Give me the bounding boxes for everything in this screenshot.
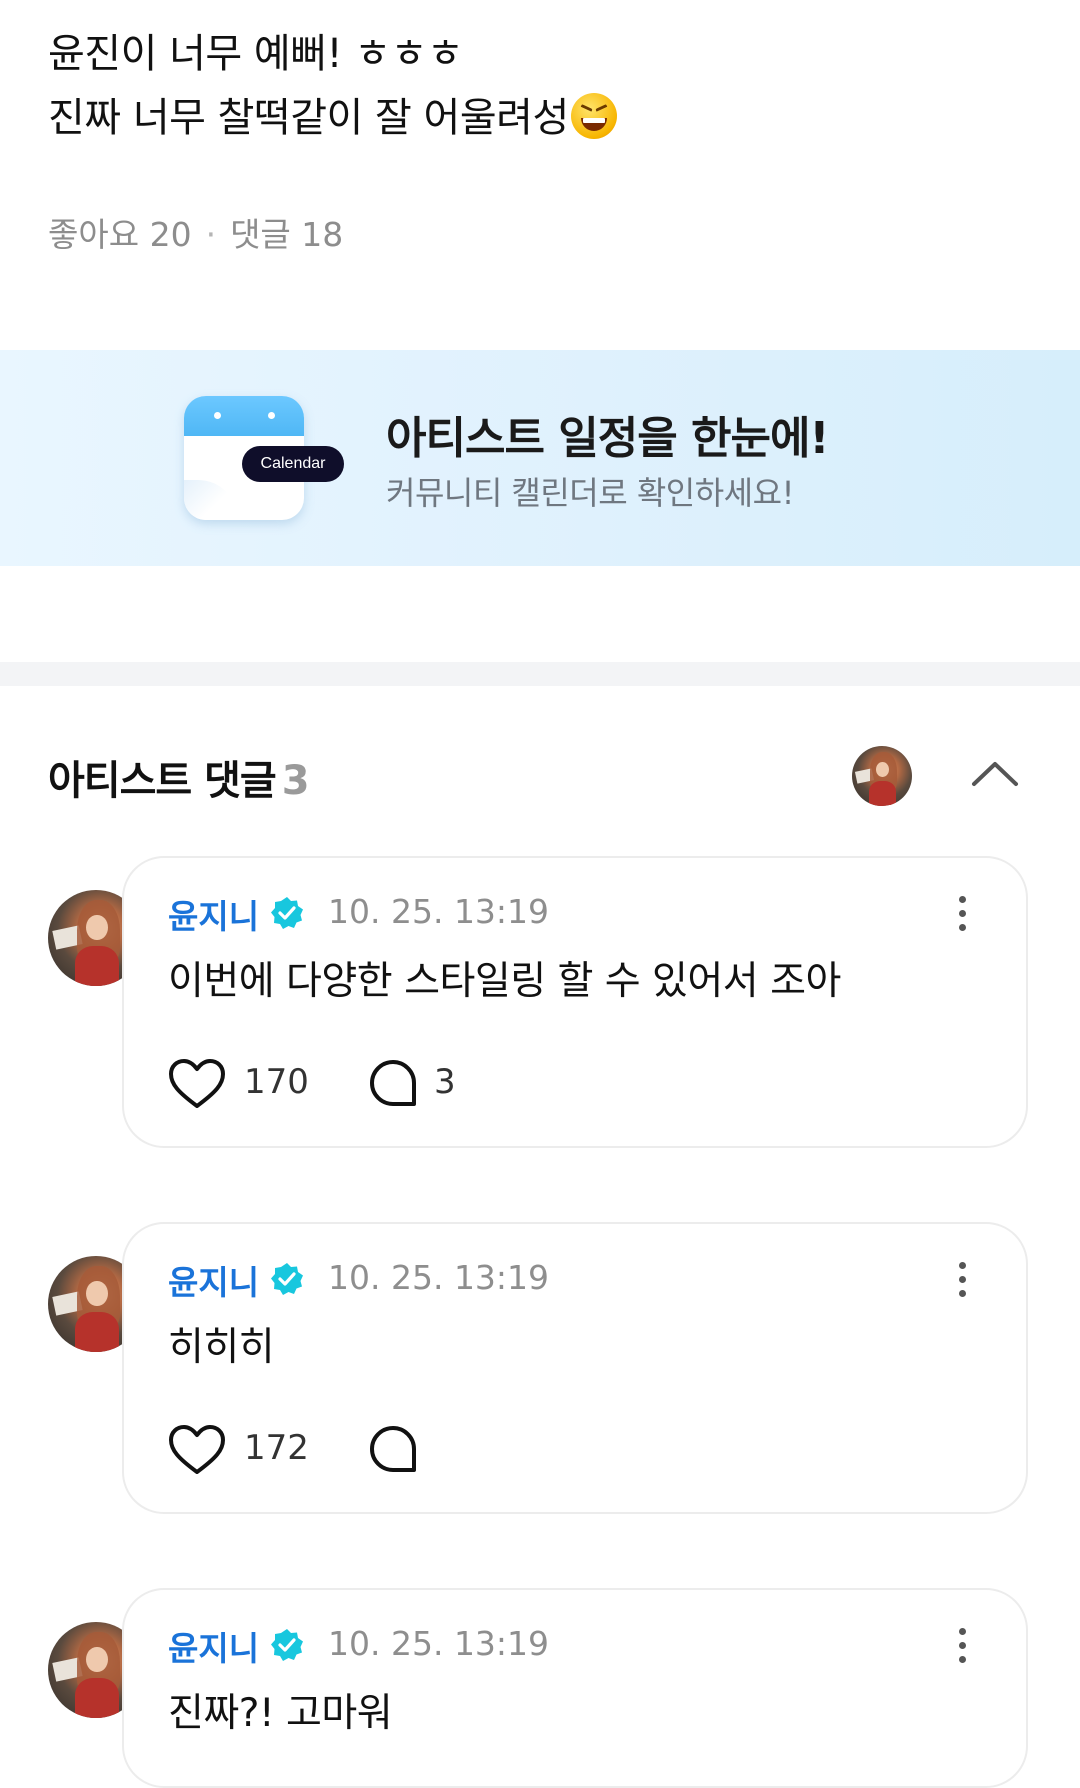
post-content: 윤진이 너무 예뻐! ㅎㅎㅎ 진짜 너무 찰떡같이 잘 어울려성 bbox=[48, 22, 617, 150]
comment-text: 진짜?! 고마워 bbox=[168, 1691, 393, 1736]
comment-card[interactable]: 윤지니 10. 25. 13:19 이번에 다양한 스타일링 할 수 있어서 조… bbox=[122, 856, 1028, 1148]
reply-count: 3 bbox=[434, 1062, 456, 1102]
heart-icon[interactable] bbox=[168, 1424, 226, 1476]
comment-text: 이번에 다양한 스타일링 할 수 있어서 조아 bbox=[168, 959, 841, 1004]
post-stats: 좋아요 20 · 댓글 18 bbox=[48, 208, 343, 256]
comment-card[interactable]: 윤지니 10. 25. 13:19 히히히 172 bbox=[122, 1222, 1028, 1514]
section-divider bbox=[0, 662, 1080, 686]
reply-bubble-icon[interactable] bbox=[368, 1424, 418, 1474]
comment-time: 10. 25. 13:19 bbox=[328, 1258, 550, 1297]
like-count: 172 bbox=[244, 1428, 309, 1468]
section-title-label: 아티스트 댓글 bbox=[48, 758, 277, 804]
verified-badge-icon bbox=[271, 1629, 303, 1661]
comment-text: 히히히 bbox=[168, 1325, 275, 1370]
more-options-icon[interactable] bbox=[954, 1262, 970, 1306]
artist-avatar[interactable] bbox=[852, 746, 912, 806]
likes-count[interactable]: 좋아요 20 bbox=[48, 215, 192, 254]
post-line-2: 진짜 너무 찰떡같이 잘 어울려성 bbox=[48, 86, 617, 150]
more-options-icon[interactable] bbox=[954, 896, 970, 940]
post-line-1: 윤진이 너무 예뻐! ㅎㅎㅎ bbox=[48, 31, 464, 77]
comment-time: 10. 25. 13:19 bbox=[328, 892, 550, 931]
post-line-2-text: 진짜 너무 찰떡같이 잘 어울려성 bbox=[48, 95, 569, 141]
comment-author[interactable]: 윤지니 bbox=[168, 1256, 259, 1304]
comment-card[interactable]: 윤지니 10. 25. 13:19 진짜?! 고마워 bbox=[122, 1588, 1028, 1788]
verified-badge-icon bbox=[271, 1263, 303, 1295]
comment-time: 10. 25. 13:19 bbox=[328, 1624, 550, 1663]
grinning-squinting-face-emoji-icon bbox=[570, 93, 617, 139]
artist-comments-title: 아티스트 댓글 3 bbox=[48, 748, 310, 806]
heart-icon[interactable] bbox=[168, 1058, 226, 1110]
more-options-icon[interactable] bbox=[954, 1628, 970, 1672]
section-count: 3 bbox=[281, 758, 310, 804]
comments-count[interactable]: 댓글 18 bbox=[230, 215, 343, 254]
reply-bubble-icon[interactable] bbox=[368, 1058, 418, 1108]
chevron-up-icon[interactable] bbox=[968, 752, 1022, 796]
comment-author[interactable]: 윤지니 bbox=[168, 890, 259, 938]
comment-author[interactable]: 윤지니 bbox=[168, 1622, 259, 1670]
banner-title: 아티스트 일정을 한눈에! bbox=[386, 413, 830, 464]
separator-dot: · bbox=[205, 215, 217, 254]
like-count: 170 bbox=[244, 1062, 309, 1102]
calendar-tag: Calendar bbox=[242, 446, 344, 482]
banner-subtitle: 커뮤니티 캘린더로 확인하세요! bbox=[386, 474, 794, 512]
verified-badge-icon bbox=[271, 897, 303, 929]
